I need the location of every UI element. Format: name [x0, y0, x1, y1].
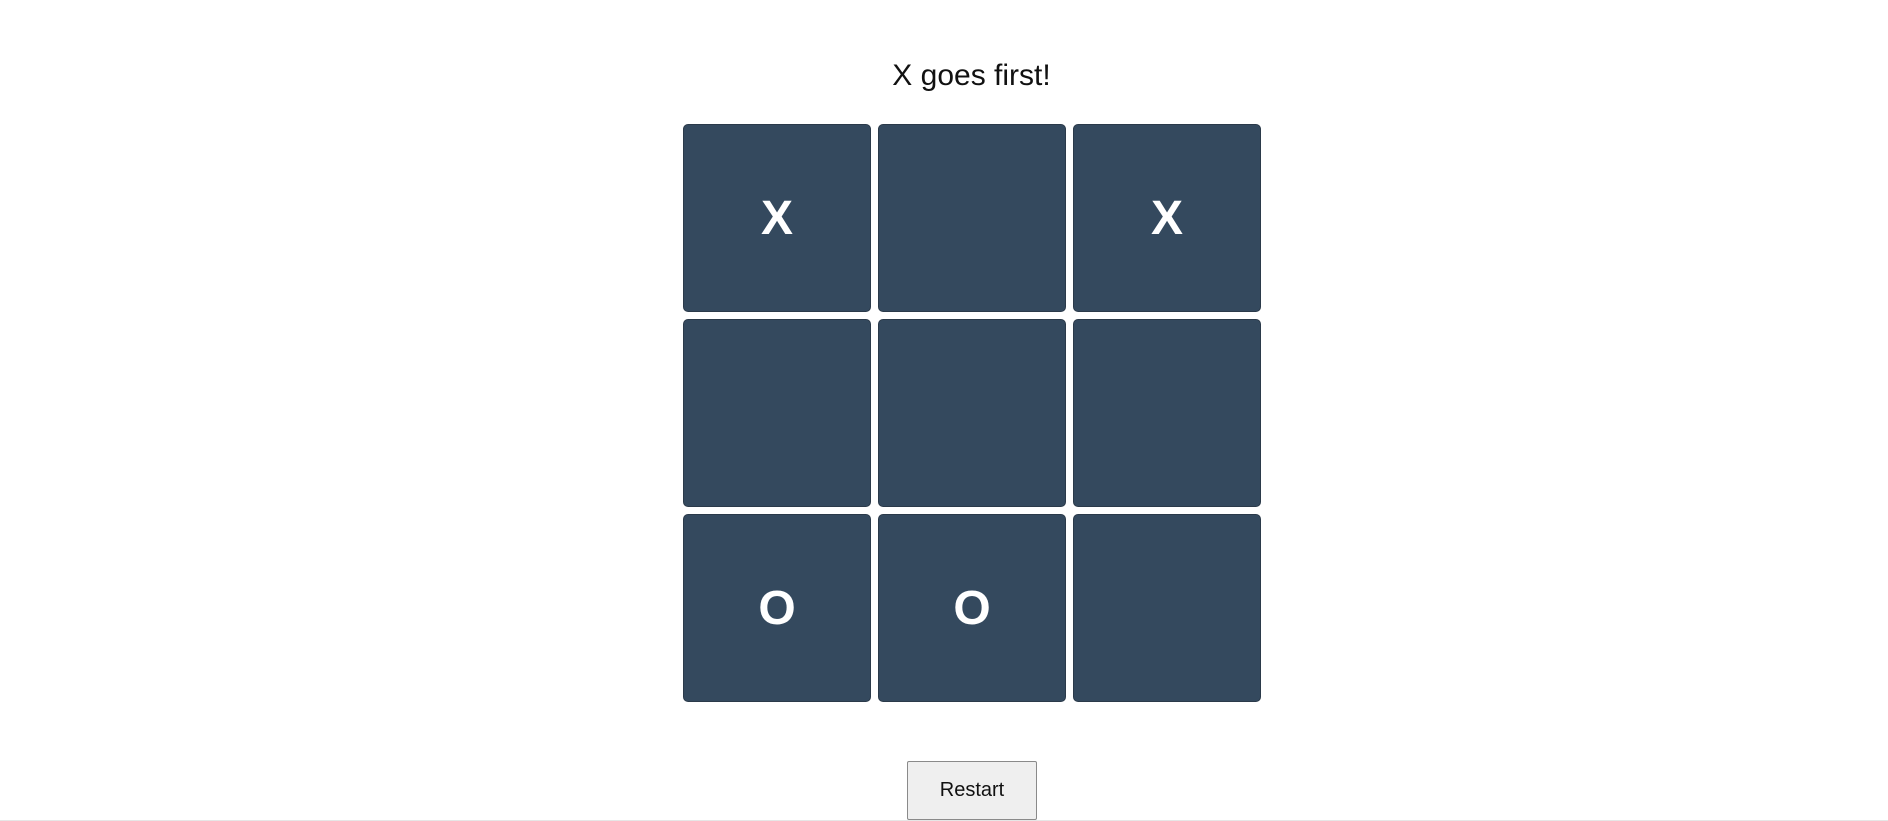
game-status-text: X goes first!: [892, 59, 1051, 92]
board-cell-5[interactable]: [878, 319, 1066, 507]
board-cell-4[interactable]: [683, 319, 871, 507]
board-cell-8[interactable]: O: [878, 514, 1066, 702]
board-cell-1[interactable]: X: [683, 124, 871, 312]
board-cell-7[interactable]: O: [683, 514, 871, 702]
restart-button[interactable]: Restart: [907, 761, 1037, 820]
board-cell-6[interactable]: [1073, 319, 1261, 507]
board-cell-9[interactable]: [1073, 514, 1261, 702]
board-cell-3[interactable]: X: [1073, 124, 1261, 312]
board-cell-2[interactable]: [878, 124, 1066, 312]
tic-tac-toe-board: X X O O: [683, 124, 1261, 702]
game-page: X goes first! X X O O Restart: [0, 0, 1888, 821]
